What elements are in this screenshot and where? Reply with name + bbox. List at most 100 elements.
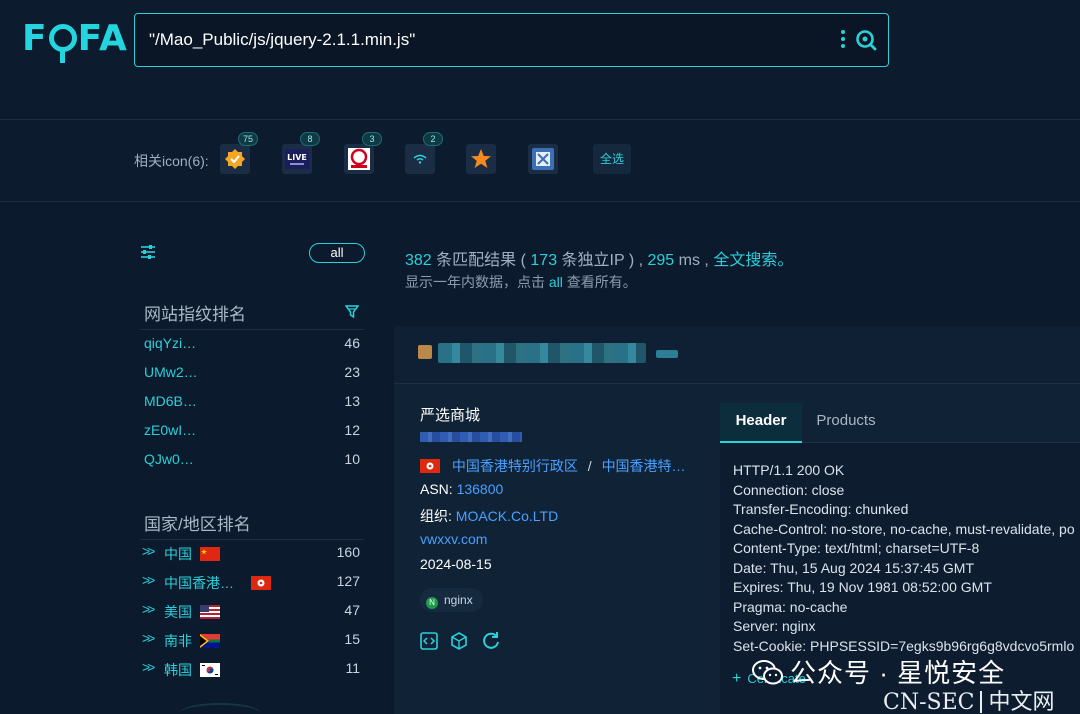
search-box[interactable] xyxy=(134,13,889,67)
divider xyxy=(140,329,364,330)
country-row[interactable]: >> 中国香港… 127 xyxy=(142,572,362,597)
site-favicon-icon xyxy=(418,345,432,359)
blue-square-app-icon xyxy=(532,148,554,170)
search-icon[interactable] xyxy=(854,28,878,52)
tab-products[interactable]: Products xyxy=(810,403,882,443)
location-row: 中国香港特别行政区 / 中国香港特… xyxy=(420,456,686,476)
fingerprint-name[interactable]: qiqYzi… xyxy=(144,335,196,351)
sub-suffix: 查看所有。 xyxy=(566,274,637,290)
country-count: 127 xyxy=(336,573,360,589)
org-label: 组织: xyxy=(420,508,452,524)
fingerprint-row[interactable]: MD6B… 13 xyxy=(144,393,362,417)
fingerprint-rank-title: 网站指纹排名 xyxy=(144,305,246,324)
tech-tag-label: nginx xyxy=(444,593,473,607)
fingerprint-count: 23 xyxy=(344,364,360,380)
tab-header[interactable]: Header xyxy=(720,403,802,443)
code-icon[interactable] xyxy=(420,632,438,650)
wifi-small-icon xyxy=(413,154,427,164)
header-line: Content-Type: text/html; charset=UTF-8 xyxy=(733,540,980,556)
country-rank-title: 国家/地区排名 xyxy=(144,515,251,534)
icon-count-badge: 8 xyxy=(300,132,320,146)
related-icon-live[interactable]: 8 LIVE xyxy=(282,132,320,174)
fingerprint-count: 13 xyxy=(344,393,360,409)
icon-count-badge: 75 xyxy=(238,132,258,146)
result-date: 2024-08-15 xyxy=(420,556,492,572)
fingerprint-row[interactable]: zE0wI… 12 xyxy=(144,422,362,446)
country-name[interactable]: 南非 xyxy=(164,631,192,651)
org-link[interactable]: MOACK.Co.LTD xyxy=(456,508,558,524)
red-circle-logo-icon xyxy=(348,148,370,170)
country-name[interactable]: 美国 xyxy=(164,602,192,622)
divider xyxy=(140,539,364,540)
related-icons-bar: 相关icon(6): 75 8 LIVE 3 2 xyxy=(0,120,1080,202)
fingerprint-name[interactable]: UMw2… xyxy=(144,364,198,380)
country-count: 11 xyxy=(345,660,360,676)
refresh-icon[interactable] xyxy=(481,630,501,650)
header-line: Set-Cookie: PHPSESSID=7egks9b96rg6g8vdcv… xyxy=(733,638,1075,654)
more-options-icon[interactable] xyxy=(840,30,846,50)
result-summary: 382 条匹配结果 ( 173 条独立IP ) , 295 ms , 全文搜索。 xyxy=(405,246,793,270)
fingerprint-name[interactable]: MD6B… xyxy=(144,393,197,409)
country-row[interactable]: >> 南非 15 xyxy=(142,630,362,655)
us-flag-icon xyxy=(200,605,220,619)
all-toggle-button[interactable]: all xyxy=(309,243,365,263)
chevron-right-icon[interactable]: >> xyxy=(142,543,155,559)
show-all-link[interactable]: all xyxy=(549,274,563,290)
country-row[interactable]: >> 美国 47 xyxy=(142,601,362,626)
related-icon-red-logo[interactable]: 3 xyxy=(344,132,382,174)
location-region-link[interactable]: 中国香港特别行政区 xyxy=(452,458,578,474)
filter-funnel-icon[interactable] xyxy=(345,305,359,319)
sub-prefix: 显示一年内数据，点击 xyxy=(405,274,545,290)
chevron-right-icon[interactable]: >> xyxy=(142,601,155,617)
fulltext-search-link[interactable]: 全文搜索。 xyxy=(713,252,793,269)
country-name[interactable]: 中国 xyxy=(164,544,192,564)
country-count: 160 xyxy=(336,544,360,560)
chevron-right-icon[interactable]: >> xyxy=(142,572,155,588)
chevron-right-icon[interactable]: >> xyxy=(142,659,155,675)
cube-icon[interactable] xyxy=(450,632,468,650)
fofa-logo[interactable]: F FA xyxy=(22,18,128,63)
chevron-right-icon[interactable]: >> xyxy=(142,630,155,646)
asn-link[interactable]: 136800 xyxy=(457,481,504,497)
search-input[interactable] xyxy=(149,14,829,66)
tech-tag-nginx[interactable]: Nnginx xyxy=(420,588,483,612)
fingerprint-name[interactable]: QJw0… xyxy=(144,451,194,467)
detail-tabs: Header Products xyxy=(720,403,1080,443)
fingerprint-row[interactable]: QJw0… 10 xyxy=(144,451,362,475)
result-subsummary: 显示一年内数据，点击 all 查看所有。 xyxy=(405,272,637,292)
live-icon: LIVE xyxy=(285,149,309,169)
result-card-header xyxy=(394,326,1080,384)
country-name[interactable]: 韩国 xyxy=(164,660,192,680)
icon-count-badge: 2 xyxy=(423,132,443,146)
country-row[interactable]: >> 中国 160 xyxy=(142,543,362,568)
related-icon-badge[interactable]: 75 xyxy=(220,132,258,174)
related-icon-app[interactable] xyxy=(528,144,558,174)
fingerprint-row[interactable]: UMw2… 23 xyxy=(144,364,362,388)
domain-link[interactable]: vwxxv.com xyxy=(420,531,487,547)
svg-text:LIVE: LIVE xyxy=(287,153,307,162)
redacted-url[interactable] xyxy=(420,432,522,442)
nginx-icon: N xyxy=(426,597,438,609)
elapsed-ms: 295 xyxy=(647,252,675,269)
sidebar: all 网站指纹排名 qiqYzi… 46 UMw2… 23 MD6B… 13 … xyxy=(0,203,394,714)
fingerprint-count: 10 xyxy=(344,451,360,467)
date-row: 2024-08-15 xyxy=(420,556,492,572)
plus-icon: + xyxy=(732,670,742,687)
redacted-host-link[interactable] xyxy=(438,343,646,363)
select-all-button[interactable]: 全选 xyxy=(593,144,631,174)
country-row[interactable]: >> 韩国 11 xyxy=(142,659,362,684)
top-bar: F FA xyxy=(0,0,1080,120)
south-korea-flag-icon xyxy=(200,663,220,677)
watermark-site: CN-SEC 中文网 xyxy=(883,684,1055,714)
header-line: Pragma: no-cache xyxy=(733,599,848,615)
location-city-link[interactable]: 中国香港特… xyxy=(602,458,686,474)
sliders-icon[interactable] xyxy=(139,243,157,261)
related-icon-star[interactable] xyxy=(466,144,496,174)
wechat-icon xyxy=(752,660,783,685)
country-name[interactable]: 中国香港… xyxy=(164,573,234,593)
fingerprint-row[interactable]: qiqYzi… 46 xyxy=(144,335,362,359)
related-icon-wifi[interactable]: 2 xyxy=(405,132,443,174)
fingerprint-name[interactable]: zE0wI… xyxy=(144,422,196,438)
asn-row: ASN: 136800 xyxy=(420,481,503,497)
decorative-arc xyxy=(180,703,260,714)
